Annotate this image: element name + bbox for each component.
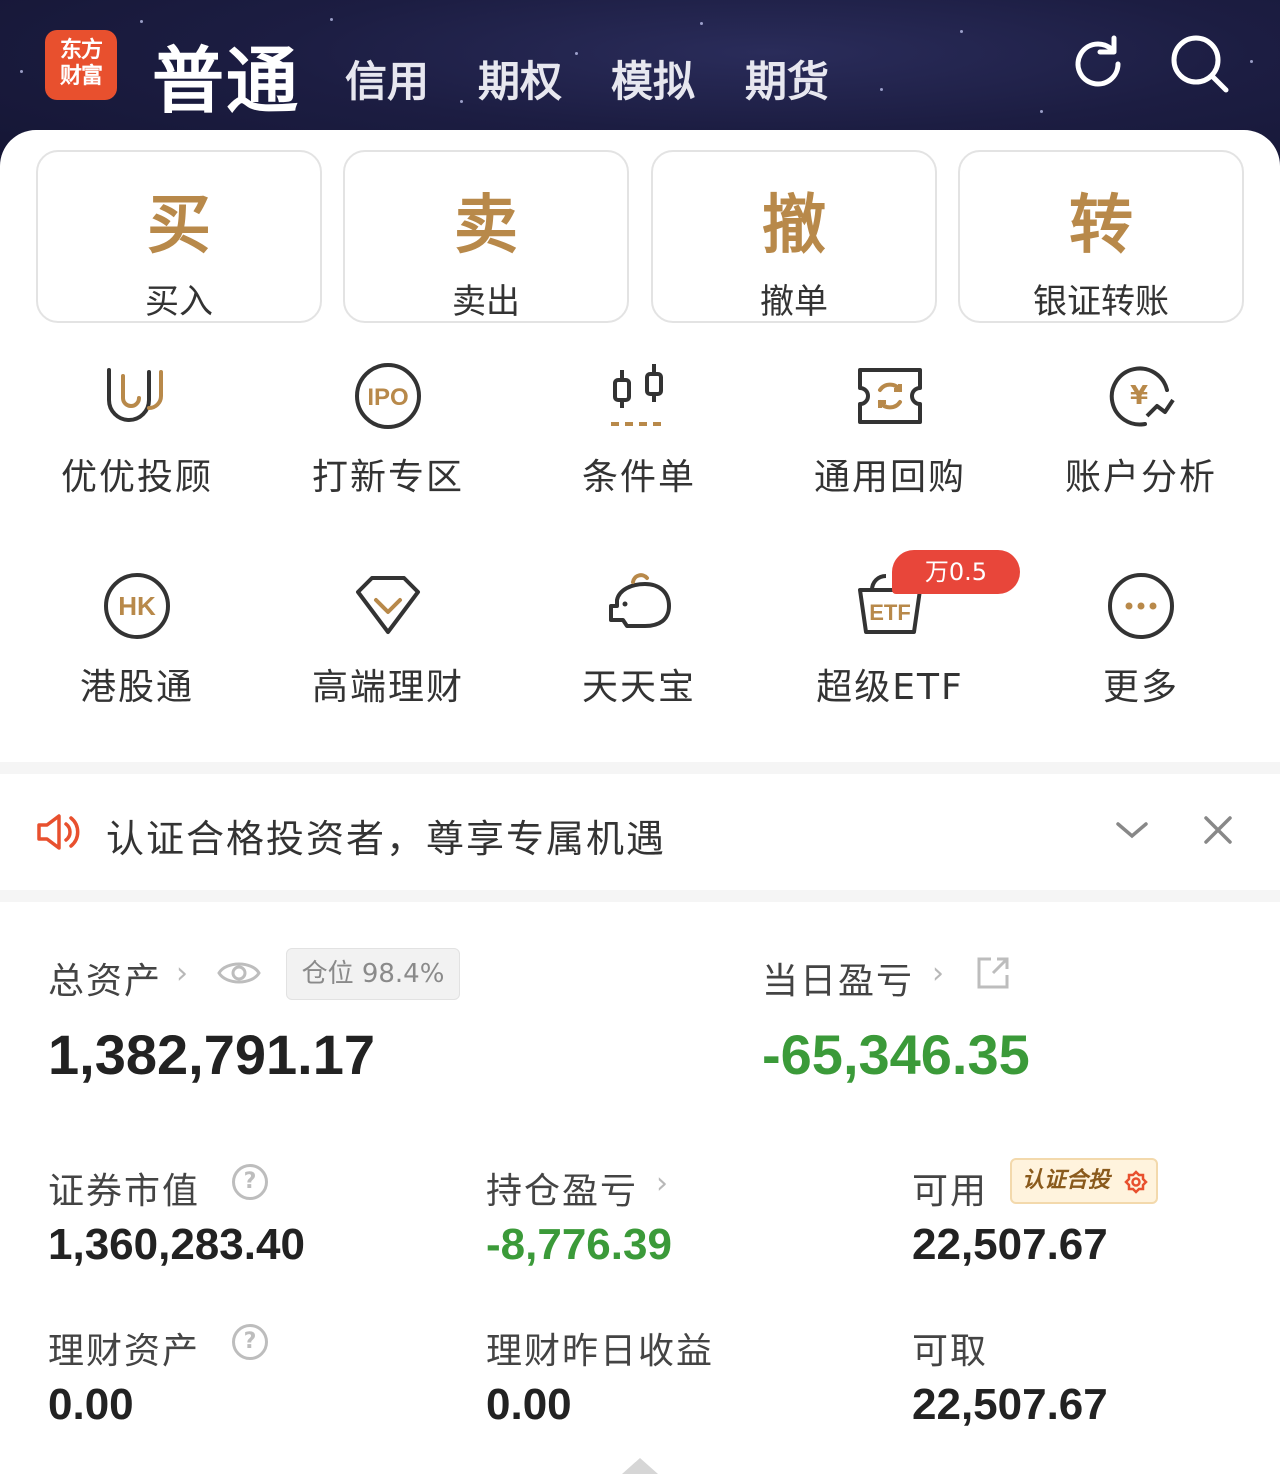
wealth-yesterday-value: 0.00 bbox=[486, 1380, 572, 1429]
svg-text:HK: HK bbox=[118, 591, 156, 621]
chevron-down-icon[interactable] bbox=[1114, 818, 1150, 842]
buy-glyph: 买 bbox=[147, 188, 211, 263]
app-logo: 东方 财富 bbox=[45, 30, 117, 100]
holding-pl-label[interactable]: 持仓盈亏 bbox=[486, 1162, 638, 1214]
collapse-arrow-icon[interactable] bbox=[622, 1456, 658, 1474]
chevron-right-icon[interactable]: › bbox=[932, 956, 944, 991]
eye-icon[interactable] bbox=[216, 955, 262, 991]
grid-item-conditional-order[interactable]: 条件单 bbox=[514, 360, 764, 500]
grid-item-account-analysis[interactable]: ¥ 账户分析 bbox=[1016, 360, 1266, 500]
withdrawable-label: 可取 bbox=[912, 1331, 989, 1372]
logo-line1: 东方 bbox=[59, 38, 103, 63]
holding-pl-value: -8,776.39 bbox=[486, 1220, 672, 1269]
close-icon[interactable] bbox=[1202, 814, 1234, 846]
grid-item-advisor[interactable]: 优优投顾 bbox=[12, 360, 262, 500]
total-assets-value: 1,382,791.17 bbox=[48, 1023, 375, 1086]
tab-normal[interactable]: 普通 bbox=[152, 22, 300, 127]
grid-label: 条件单 bbox=[581, 457, 696, 498]
cancel-label: 撤单 bbox=[760, 282, 828, 322]
certificate-icon bbox=[1124, 1170, 1148, 1194]
sell-button[interactable]: 卖 卖出 bbox=[343, 150, 629, 323]
grid-item-tiantianbao[interactable]: 天天宝 bbox=[514, 570, 764, 710]
buy-button[interactable]: 买 买入 bbox=[36, 150, 322, 323]
wealth-assets-value: 0.00 bbox=[48, 1380, 134, 1429]
search-icon[interactable] bbox=[1168, 32, 1232, 96]
sell-label: 卖出 bbox=[452, 282, 520, 322]
refresh-icon[interactable] bbox=[1066, 32, 1130, 96]
svg-text:¥: ¥ bbox=[1130, 381, 1148, 411]
piggy-icon bbox=[609, 573, 671, 628]
wealth-yesterday-label: 理财昨日收益 bbox=[486, 1331, 715, 1372]
grid-label: 更多 bbox=[1102, 667, 1179, 708]
divider bbox=[0, 762, 1280, 774]
transfer-glyph: 转 bbox=[1069, 188, 1133, 263]
grid-label: 高端理财 bbox=[311, 667, 464, 708]
tab-options[interactable]: 期权 bbox=[478, 48, 562, 109]
grid-item-ipo[interactable]: IPO 打新专区 bbox=[263, 360, 513, 500]
grid-label: 通用回购 bbox=[813, 457, 966, 498]
bank-transfer-button[interactable]: 转 银证转账 bbox=[958, 150, 1244, 323]
available-value: 22,507.67 bbox=[912, 1220, 1108, 1269]
grid-label: 优优投顾 bbox=[60, 457, 213, 498]
sell-glyph: 卖 bbox=[454, 188, 518, 263]
help-icon[interactable]: ? bbox=[232, 1324, 268, 1360]
share-icon[interactable] bbox=[975, 955, 1011, 991]
logo-line2: 财富 bbox=[59, 64, 103, 89]
repurchase-icon bbox=[858, 368, 922, 424]
withdrawable-value: 22,507.67 bbox=[912, 1380, 1108, 1429]
grid-label: 超级ETF bbox=[816, 667, 964, 708]
svg-text:ETF: ETF bbox=[869, 600, 911, 625]
grid-label: 天天宝 bbox=[581, 667, 696, 708]
chevron-right-icon[interactable]: › bbox=[176, 956, 188, 991]
candlestick-icon bbox=[611, 364, 663, 426]
tab-simulation[interactable]: 模拟 bbox=[611, 48, 695, 109]
grid-label: 港股通 bbox=[79, 667, 194, 708]
total-assets-label[interactable]: 总资产 bbox=[48, 952, 162, 1004]
tab-credit[interactable]: 信用 bbox=[345, 48, 429, 109]
grid-label: 账户分析 bbox=[1064, 457, 1217, 498]
daily-pl-value: -65,346.35 bbox=[762, 1023, 1030, 1086]
more-icon bbox=[1108, 573, 1174, 639]
securities-value-label: 证券市值 bbox=[48, 1171, 201, 1212]
grid-item-more[interactable]: 更多 bbox=[1016, 570, 1266, 710]
yen-chart-icon: ¥ bbox=[1109, 366, 1175, 427]
grid-item-repurchase[interactable]: 通用回购 bbox=[765, 360, 1015, 500]
cancel-glyph: 撤 bbox=[762, 188, 826, 263]
tab-futures[interactable]: 期货 bbox=[745, 48, 829, 109]
notice-bar[interactable]: 认证合格投资者，尊享专属机遇 bbox=[0, 774, 1280, 890]
speaker-icon bbox=[37, 814, 80, 850]
cancel-order-button[interactable]: 撤 撤单 bbox=[651, 150, 937, 323]
divider bbox=[0, 890, 1280, 902]
hk-icon: HK bbox=[104, 573, 170, 639]
buy-label: 买入 bbox=[145, 282, 213, 322]
available-label: 可用 bbox=[912, 1171, 989, 1212]
ipo-icon: IPO bbox=[355, 363, 421, 429]
grid-label: 打新专区 bbox=[311, 457, 464, 498]
svg-text:IPO: IPO bbox=[367, 384, 408, 411]
securities-value: 1,360,283.40 bbox=[48, 1220, 305, 1269]
etf-fee-badge: 万0.5 bbox=[892, 550, 1020, 594]
position-ratio-badge: 仓位 98.4% bbox=[286, 948, 460, 1000]
grid-item-premium-wealth[interactable]: 高端理财 bbox=[263, 570, 513, 710]
certified-investor-badge[interactable]: 认证合投 bbox=[1010, 1158, 1158, 1204]
daily-pl-label[interactable]: 当日盈亏 bbox=[762, 952, 914, 1004]
help-icon[interactable]: ? bbox=[232, 1164, 268, 1200]
cert-badge-text: 认证合投 bbox=[1022, 1168, 1111, 1193]
chevron-right-icon[interactable]: › bbox=[656, 1166, 668, 1201]
transfer-label: 银证转账 bbox=[1033, 282, 1169, 322]
notice-text: 认证合格投资者，尊享专属机遇 bbox=[106, 817, 667, 861]
diamond-icon bbox=[356, 576, 420, 634]
grid-item-hk-connect[interactable]: HK 港股通 bbox=[12, 570, 262, 710]
wealth-assets-label: 理财资产 bbox=[48, 1331, 201, 1372]
u-icon bbox=[107, 368, 163, 422]
